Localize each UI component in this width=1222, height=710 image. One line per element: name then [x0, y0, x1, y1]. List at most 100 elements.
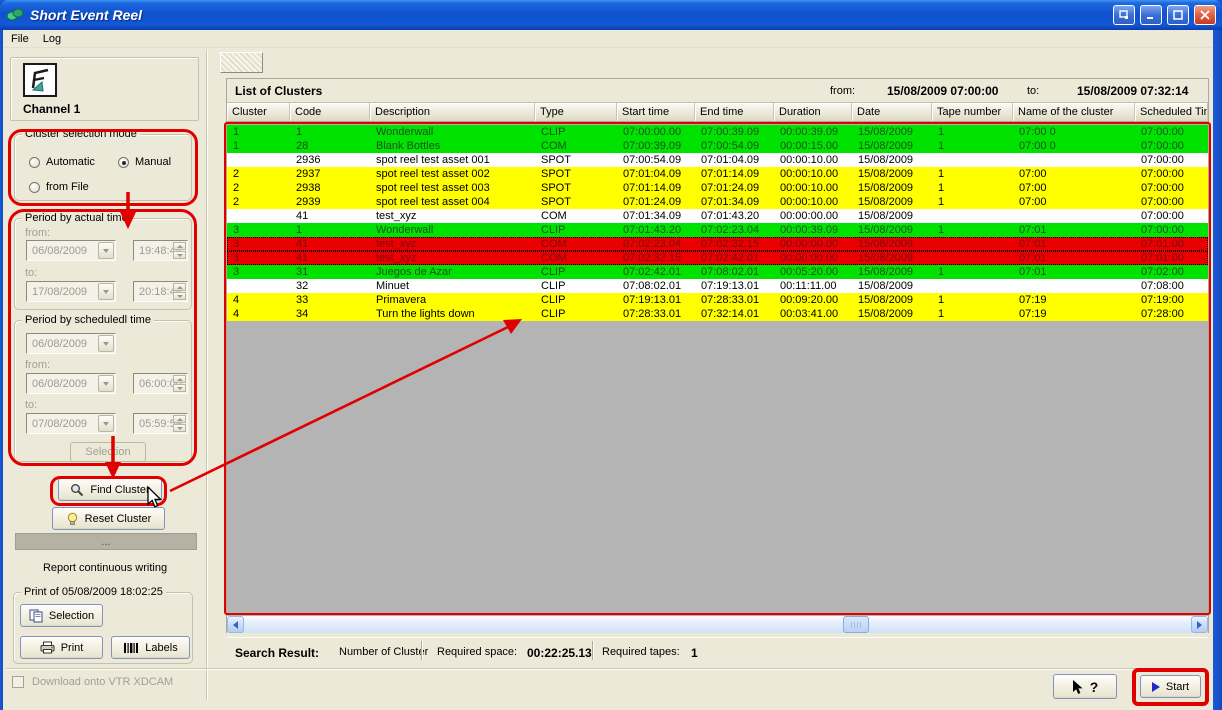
- table-cell: test_xyz: [370, 209, 535, 223]
- table-cell: 07:01:24.09: [695, 181, 774, 195]
- spin-up-icon[interactable]: [173, 242, 186, 250]
- context-help-button[interactable]: ?: [1053, 674, 1117, 699]
- scheduled-from-time-spinner[interactable]: 06:00:00: [133, 373, 188, 394]
- table-cell: 15/08/2009: [852, 195, 932, 209]
- table-cell: [932, 209, 1013, 223]
- menu-log[interactable]: Log: [43, 33, 61, 45]
- table-cell: 00:00:10.00: [774, 181, 852, 195]
- empty-tab[interactable]: [220, 52, 263, 73]
- spin-down-icon[interactable]: [173, 251, 186, 259]
- radio-automatic[interactable]: Automatic: [29, 156, 95, 168]
- table-cell: 00:00:10.00: [774, 153, 852, 167]
- column-header-start-time[interactable]: Start time: [617, 103, 695, 122]
- start-button[interactable]: Start: [1140, 675, 1201, 698]
- table-cell: 15/08/2009: [852, 125, 932, 139]
- table-row[interactable]: 341test_xyzCOM07:02:32.1507:02:42.0100:0…: [227, 251, 1208, 265]
- actual-to-time-spinner[interactable]: 20:18:44: [133, 281, 188, 302]
- minimize-button[interactable]: [1140, 5, 1162, 25]
- table-cell: SPOT: [535, 195, 617, 209]
- search-result-label: Search Result:: [235, 646, 319, 660]
- table-cell: spot reel test asset 004: [370, 195, 535, 209]
- table-row[interactable]: 433PrimaveraCLIP07:19:13.0107:28:33.0100…: [227, 293, 1208, 307]
- table-cell: 1: [932, 293, 1013, 307]
- app-window: Short Event Reel File Log: [0, 0, 1222, 710]
- dropdown-arrow-icon[interactable]: [98, 242, 114, 259]
- period-scheduled-title: Period by scheduledl time: [22, 314, 154, 326]
- scroll-right-icon[interactable]: [1191, 616, 1208, 633]
- spin-down-icon[interactable]: [173, 384, 186, 392]
- dropdown-arrow-icon[interactable]: [98, 415, 114, 432]
- actual-to-date-combo[interactable]: 17/08/2009: [26, 281, 116, 302]
- table-row[interactable]: 434Turn the lights downCLIP07:28:33.0107…: [227, 307, 1208, 321]
- column-header-date[interactable]: Date: [852, 103, 932, 122]
- table-row[interactable]: 128Blank BottlesCOM07:00:39.0907:00:54.0…: [227, 139, 1208, 153]
- spin-up-icon[interactable]: [173, 375, 186, 383]
- magnifier-icon: [70, 483, 84, 497]
- spin-down-icon[interactable]: [173, 292, 186, 300]
- table-cell: test_xyz: [370, 251, 535, 265]
- spin-down-icon[interactable]: [173, 424, 186, 432]
- column-header-scheduled-time[interactable]: Scheduled Time: [1135, 103, 1208, 122]
- table-cell: 15/08/2009: [852, 181, 932, 195]
- radio-dot: [118, 157, 129, 168]
- table-row[interactable]: 331Juegos de AzarCLIP07:02:42.0107:08:02…: [227, 265, 1208, 279]
- scheduled-to-time-spinner[interactable]: 05:59:59: [133, 413, 188, 434]
- radio-manual[interactable]: Manual: [118, 156, 171, 168]
- table-row[interactable]: 22939spot reel test asset 004SPOT07:01:2…: [227, 195, 1208, 209]
- spin-up-icon[interactable]: [173, 415, 186, 423]
- table-row[interactable]: 341test_xyzCOM07:02:23.0407:02:32.1500:0…: [227, 237, 1208, 251]
- horizontal-scrollbar[interactable]: [227, 616, 1208, 633]
- table-cell: 41: [290, 251, 370, 265]
- dropdown-arrow-icon[interactable]: [98, 283, 114, 300]
- print-button[interactable]: Print: [20, 636, 103, 659]
- table-row[interactable]: 31WonderwallCLIP07:01:43.2007:02:23.0400…: [227, 223, 1208, 237]
- download-checkbox-label: Download onto VTR XDCAM: [32, 676, 173, 688]
- table-row[interactable]: 41test_xyzCOM07:01:34.0907:01:43.2000:00…: [227, 209, 1208, 223]
- labels-button[interactable]: Labels: [111, 636, 190, 659]
- spin-up-icon[interactable]: [173, 283, 186, 291]
- scheduled-date-combo[interactable]: 06/08/2009: [26, 333, 116, 354]
- table-row[interactable]: 11WonderwallCLIP07:00:00.0007:00:39.0900…: [227, 125, 1208, 139]
- panel-divider: [206, 50, 208, 700]
- table-cell: 07:02:23.04: [695, 223, 774, 237]
- close-button[interactable]: [1194, 5, 1216, 25]
- scrollbar-thumb[interactable]: [843, 616, 869, 633]
- table-cell: 07:01: [1013, 237, 1135, 251]
- scheduled-from-date-combo[interactable]: 06/08/2009: [26, 373, 116, 394]
- actual-from-time-spinner[interactable]: 19:48:44: [133, 240, 188, 261]
- column-header-end-time[interactable]: End time: [695, 103, 774, 122]
- column-header-code[interactable]: Code: [290, 103, 370, 122]
- scheduled-to-date-combo[interactable]: 07/08/2009: [26, 413, 116, 434]
- table-row[interactable]: 2936spot reel test asset 001SPOT07:00:54…: [227, 153, 1208, 167]
- dropdown-arrow-icon[interactable]: [98, 335, 114, 352]
- download-checkbox[interactable]: [12, 676, 24, 688]
- table-cell: 07:00:39.09: [695, 125, 774, 139]
- menu-file[interactable]: File: [11, 33, 29, 45]
- table-row[interactable]: 32MinuetCLIP07:08:02.0107:19:13.0100:11:…: [227, 279, 1208, 293]
- table-cell: 07:02:42.01: [617, 265, 695, 279]
- print-selection-button[interactable]: Selection: [20, 604, 103, 627]
- list-from-label: from:: [830, 85, 855, 97]
- copy-icon: [29, 609, 43, 623]
- dropdown-arrow-icon[interactable]: [98, 375, 114, 392]
- scroll-left-icon[interactable]: [227, 616, 244, 633]
- find-cluster-button[interactable]: Find Cluster: [58, 478, 162, 501]
- table-cell: [932, 251, 1013, 265]
- table-cell: 07:00:00: [1135, 125, 1208, 139]
- radio-from-file[interactable]: from File: [29, 181, 89, 193]
- column-header-cluster[interactable]: Cluster: [227, 103, 290, 122]
- actual-from-date-combo[interactable]: 06/08/2009: [26, 240, 116, 261]
- reset-cluster-button[interactable]: Reset Cluster: [52, 507, 165, 530]
- column-header-duration[interactable]: Duration: [774, 103, 852, 122]
- table-cell: 00:11:11.00: [774, 279, 852, 293]
- table-row[interactable]: 22938spot reel test asset 003SPOT07:01:1…: [227, 181, 1208, 195]
- restore-window-icon-button[interactable]: [1113, 5, 1135, 25]
- column-header-type[interactable]: Type: [535, 103, 617, 122]
- column-header-tape-number[interactable]: Tape number: [932, 103, 1013, 122]
- table-row[interactable]: 22937spot reel test asset 002SPOT07:01:0…: [227, 167, 1208, 181]
- selection-button[interactable]: Selection: [70, 442, 146, 462]
- column-header-description[interactable]: Description: [370, 103, 535, 122]
- maximize-button[interactable]: [1167, 5, 1189, 25]
- column-header-name-of-the-cluster[interactable]: Name of the cluster: [1013, 103, 1135, 122]
- channel-box: Channel 1: [10, 57, 199, 121]
